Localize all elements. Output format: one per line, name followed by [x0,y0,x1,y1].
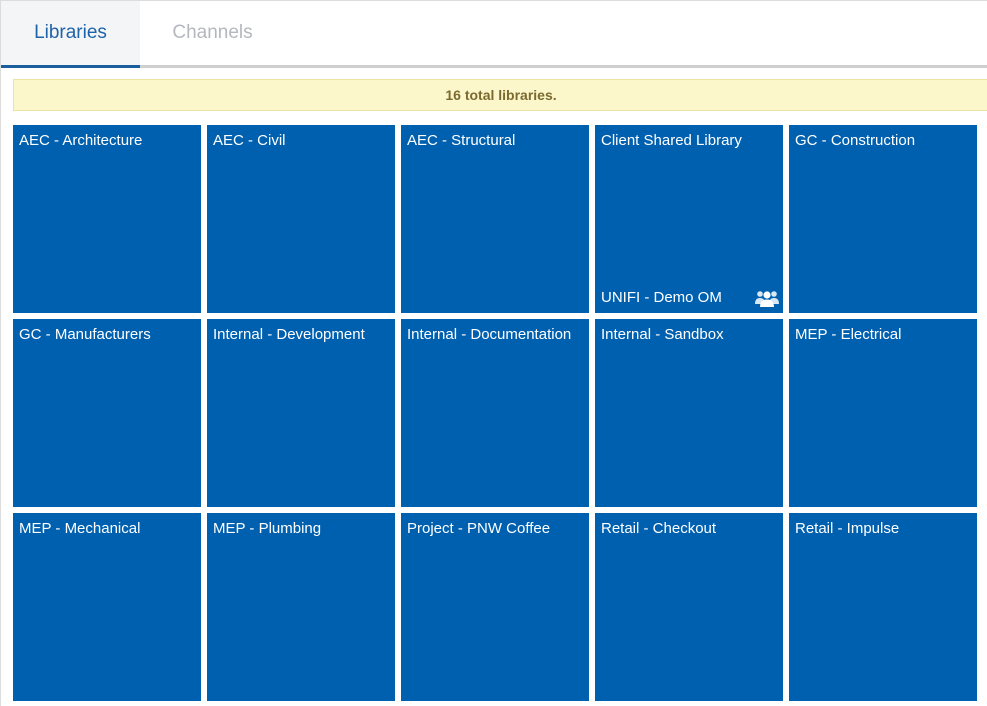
shared-with-label: UNIFI - Demo OM [601,289,722,306]
library-name: Retail - Impulse [795,520,900,537]
library-name: Internal - Development [213,326,365,343]
library-tile[interactable]: MEP - Plumbing [207,513,395,701]
library-name: Internal - Sandbox [601,326,724,343]
library-name: Retail - Checkout [601,520,717,537]
library-name: MEP - Mechanical [19,520,141,537]
library-tile[interactable]: MEP - Electrical [789,319,977,507]
tab-channels[interactable]: Channels [140,1,285,65]
library-name: AEC - Structural [407,132,516,149]
libraries-page: Libraries Channels 16 total libraries. A… [0,0,987,706]
library-name: MEP - Plumbing [213,520,322,537]
library-tile[interactable]: Retail - Impulse [789,513,977,701]
library-name: Internal - Documentation [407,326,572,343]
library-name: Project - PNW Coffee [407,520,551,537]
library-tile[interactable]: Client Shared Library UNIFI - Demo OM [595,125,783,313]
library-name: Client Shared Library [601,132,742,149]
library-tile[interactable]: Internal - Documentation [401,319,589,507]
library-tile[interactable]: AEC - Structural [401,125,589,313]
library-tile[interactable]: GC - Manufacturers [13,319,201,507]
library-name: GC - Manufacturers [19,326,151,343]
shared-users-icon [755,288,779,308]
library-tile[interactable]: AEC - Architecture [13,125,201,313]
library-grid: AEC - Architecture AEC - Civil AEC - Str… [13,125,977,701]
tab-bar: Libraries Channels [1,1,987,68]
library-name: AEC - Civil [213,132,286,149]
library-tile[interactable]: AEC - Civil [207,125,395,313]
library-tile[interactable]: Retail - Checkout [595,513,783,701]
library-tile[interactable]: Project - PNW Coffee [401,513,589,701]
library-tile[interactable]: Internal - Sandbox [595,319,783,507]
library-tile[interactable]: Internal - Development [207,319,395,507]
tab-libraries[interactable]: Libraries [1,1,140,68]
library-name: AEC - Architecture [19,132,143,149]
library-name: MEP - Electrical [795,326,902,343]
library-tile[interactable]: MEP - Mechanical [13,513,201,701]
library-tile[interactable]: GC - Construction [789,125,977,313]
library-count-notice: 16 total libraries. [13,79,987,111]
library-name: GC - Construction [795,132,916,149]
